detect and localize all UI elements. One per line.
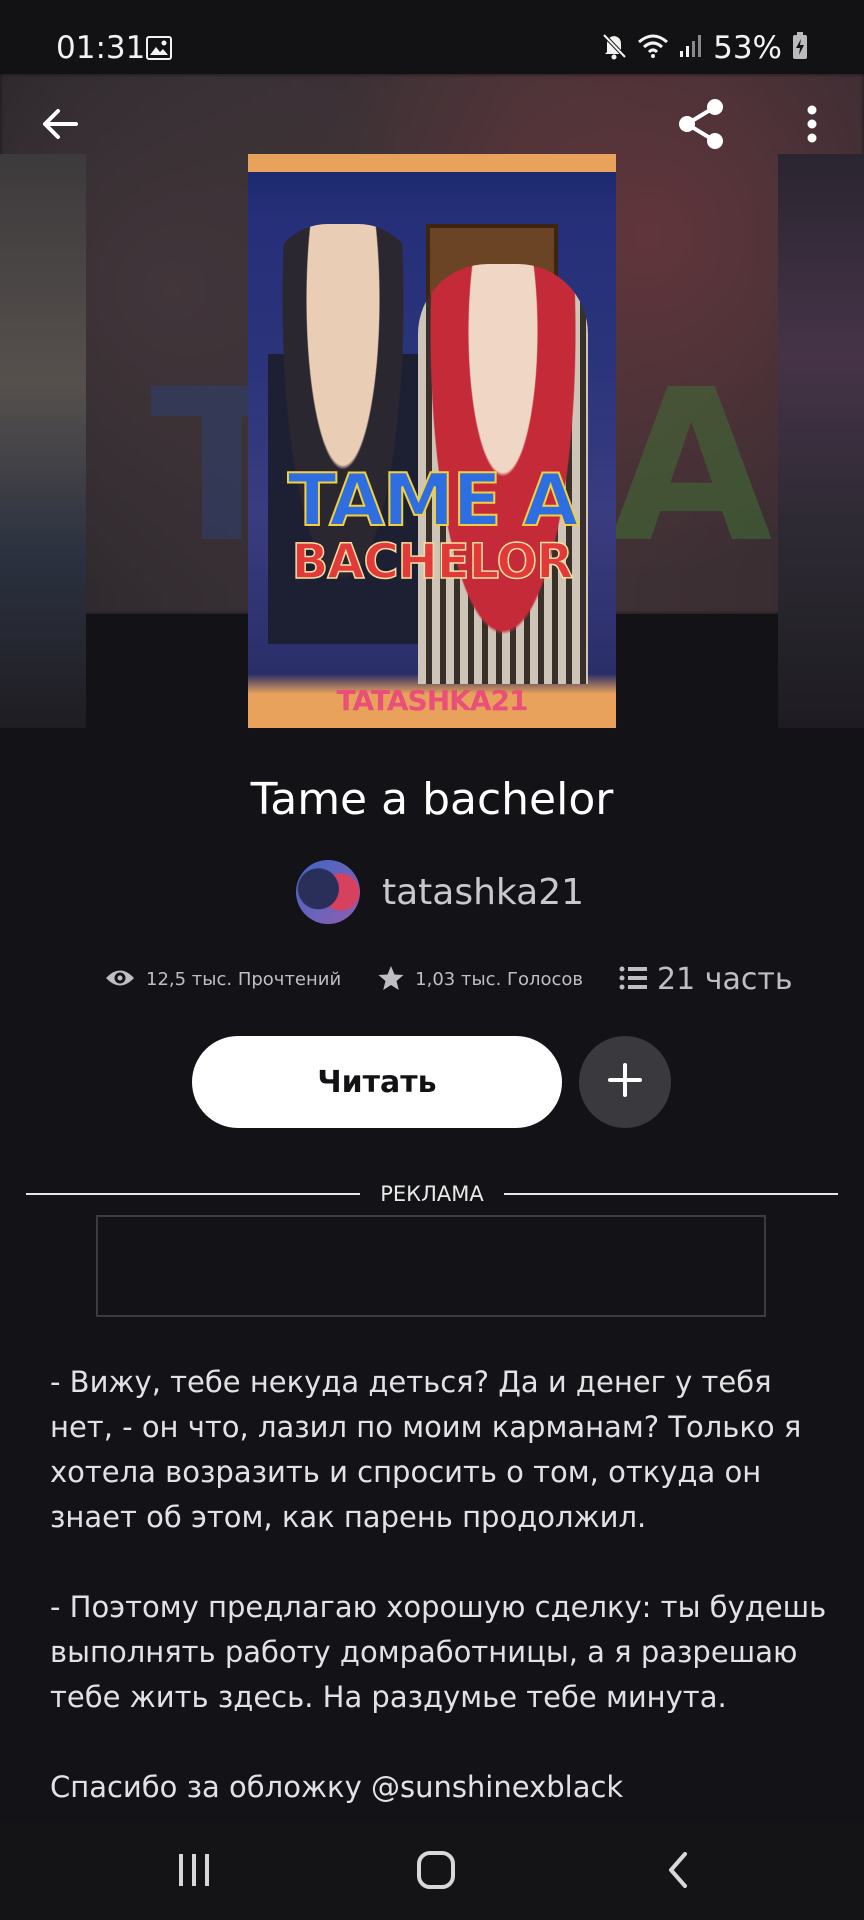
description-paragraph: - Поэтому предлагаю хорошую сделку: ты б…	[50, 1590, 827, 1714]
cover-title-line1: TAME A	[287, 458, 580, 542]
list-icon	[619, 966, 648, 994]
share-button[interactable]	[672, 96, 732, 156]
star-icon	[377, 964, 405, 996]
cover-author-mark: TATASHKA21	[336, 684, 529, 717]
more-vertical-icon	[806, 104, 818, 148]
add-to-library-button[interactable]	[579, 1036, 671, 1128]
previous-cover[interactable]	[0, 154, 86, 728]
battery-charging-icon	[792, 32, 808, 64]
back-button[interactable]	[30, 96, 90, 156]
system-nav-bar	[0, 1820, 864, 1920]
votes-stat: 1,03 тыс. Голосов	[377, 964, 583, 996]
battery-percent: 53%	[713, 30, 782, 66]
author-link[interactable]: tatashka21	[296, 860, 584, 924]
share-icon	[675, 97, 729, 155]
votes-count: 1,03 тыс. Голосов	[415, 969, 584, 990]
chevron-left-icon	[665, 1850, 691, 1894]
story-cover[interactable]: TAME A BACHELOR TATASHKA21	[248, 154, 616, 728]
reads-count: 12,5 тыс. Прочтений	[146, 969, 342, 990]
plus-icon	[607, 1062, 643, 1102]
author-avatar[interactable]	[296, 860, 360, 924]
story-description: - Вижу, тебе некуда деться? Да и денег у…	[50, 1360, 830, 1855]
home-icon	[416, 1850, 456, 1894]
arrow-left-icon	[40, 106, 80, 146]
author-name[interactable]: tatashka21	[382, 872, 584, 913]
wifi-icon	[637, 33, 669, 63]
signal-icon	[679, 33, 703, 63]
ad-divider-right	[504, 1193, 838, 1195]
next-cover[interactable]	[778, 154, 864, 728]
read-button[interactable]: Читать	[192, 1036, 562, 1128]
ad-divider-left	[26, 1193, 360, 1195]
recent-apps-icon	[176, 1853, 212, 1891]
parts-count: 21 часть	[657, 962, 793, 997]
status-bar: 01:31 53%	[0, 0, 864, 74]
story-title: Tame a bachelor	[250, 774, 614, 825]
gallery-notification-icon	[146, 36, 172, 64]
story-stats: 12,5 тыс. Прочтений 1,03 тыс. Голосов 21…	[104, 962, 793, 997]
eye-icon	[104, 967, 136, 993]
home-button[interactable]	[406, 1842, 466, 1902]
ad-banner[interactable]	[96, 1215, 766, 1317]
ad-label: РЕКЛАМА	[380, 1182, 484, 1206]
mute-icon	[601, 32, 627, 64]
system-back-button[interactable]	[648, 1842, 708, 1902]
cover-carousel[interactable]: TA A TAME A BACHELOR TATASHKA21	[0, 74, 864, 734]
reads-stat: 12,5 тыс. Прочтений	[104, 967, 341, 993]
parts-stat: 21 часть	[619, 962, 793, 997]
more-options-button[interactable]	[782, 96, 842, 156]
status-indicators: 53%	[601, 30, 808, 66]
cover-title-line2: BACHELOR	[291, 534, 574, 590]
status-time: 01:31	[56, 30, 146, 66]
description-paragraph: - Вижу, тебе некуда деться? Да и денег у…	[50, 1365, 802, 1534]
recent-apps-button[interactable]	[164, 1842, 224, 1902]
description-credit: Спасибо за обложку @sunshinexblack	[50, 1770, 624, 1804]
